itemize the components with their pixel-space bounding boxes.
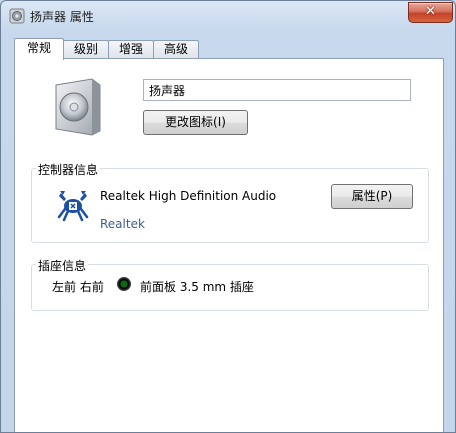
audio-jack-icon: [117, 277, 131, 291]
controller-properties-button[interactable]: 属性(P): [331, 184, 413, 209]
controller-info-group: 控制器信息 Realtek High Definition Audio Real…: [31, 161, 429, 243]
change-icon-button[interactable]: 更改图标(I): [143, 110, 248, 135]
tab-general[interactable]: 常规: [14, 38, 64, 60]
jack-description: 前面板 3.5 mm 插座: [140, 280, 254, 294]
general-tab-panel: 更改图标(I) 控制器信息 Realtek High Definition Au…: [14, 58, 444, 432]
device-name-field[interactable]: [143, 79, 411, 101]
jack-channels: 左前 右前: [52, 280, 104, 294]
title-bar[interactable]: 扬声器 属性 ✕: [1, 1, 455, 31]
controller-name: Realtek High Definition Audio: [100, 189, 277, 203]
close-icon: ✕: [425, 4, 436, 19]
window-title: 扬声器 属性: [30, 10, 94, 24]
tab-levels[interactable]: 级别: [63, 40, 109, 58]
tab-advanced[interactable]: 高级: [153, 40, 199, 58]
speaker-app-icon: [9, 8, 25, 24]
jack-info-group: 插座信息 左前 右前 前面板 3.5 mm 插座: [31, 257, 429, 311]
jack-info-label: 插座信息: [36, 257, 89, 274]
controller-vendor: Realtek: [100, 217, 145, 231]
speaker-properties-dialog: 扬声器 属性 ✕ 常规 级别 增强 高级 更改图标(I): [0, 0, 456, 433]
tab-enhancements[interactable]: 增强: [108, 40, 154, 58]
realtek-crab-icon: [57, 191, 89, 222]
speaker-icon: [55, 78, 101, 136]
close-button[interactable]: ✕: [408, 2, 453, 23]
controller-info-label: 控制器信息: [36, 161, 101, 178]
